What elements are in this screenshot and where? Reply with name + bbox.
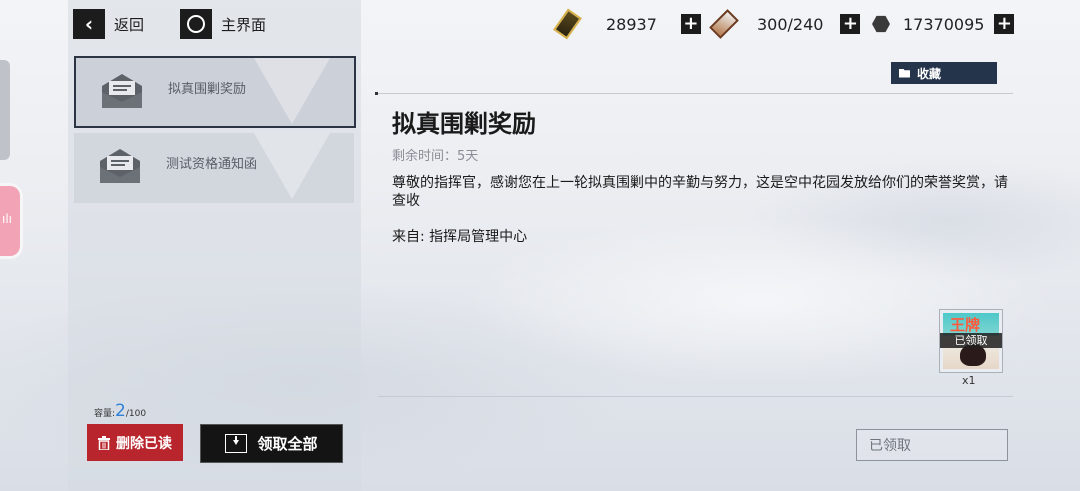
- mail-item-title: 测试资格通知函: [166, 157, 258, 172]
- side-pink-tab[interactable]: ılı: [0, 186, 20, 256]
- resource-stamina: 28937 +: [553, 8, 701, 40]
- remaining-time: 剩余时间：5天: [392, 149, 479, 164]
- resource-cards: 300/240 +: [709, 9, 861, 39]
- divider: [376, 93, 1013, 94]
- reward-claimed-tag: 已领取: [940, 333, 1002, 348]
- reward-count: x1: [962, 374, 976, 387]
- stamina-value: 28937: [606, 14, 657, 34]
- chevron-left-icon: ‹: [73, 9, 105, 39]
- divider: [378, 396, 1013, 397]
- reward-art-text: 王牌: [950, 316, 981, 334]
- side-drawer-handle[interactable]: [0, 60, 10, 160]
- home-label: 主界面: [221, 15, 267, 34]
- back-button[interactable]: ‹ 返回: [73, 9, 144, 39]
- bars-icon: ılı: [2, 212, 13, 226]
- claim-all-button[interactable]: 领取全部: [200, 424, 343, 463]
- coin-icon: [872, 15, 890, 33]
- delete-read-button[interactable]: 删除已读: [87, 424, 183, 461]
- resource-coins: 17370095 +: [872, 12, 1015, 36]
- envelope-icon: [102, 74, 142, 108]
- mail-list-item[interactable]: 拟真围剿奖励: [74, 56, 356, 128]
- capacity-current: 2: [115, 401, 126, 421]
- mail-sender: 来自: 指挥局管理中心: [392, 229, 528, 245]
- capacity-label: 容量:: [94, 409, 116, 419]
- collect-label: 收藏: [917, 66, 942, 81]
- download-icon: [225, 434, 248, 453]
- back-label: 返回: [114, 15, 145, 34]
- mail-list-item[interactable]: 测试资格通知函: [74, 133, 354, 203]
- add-stamina-button[interactable]: +: [680, 14, 701, 34]
- envelope-icon: [100, 149, 140, 183]
- mail-capacity: 容量:2/100: [94, 401, 146, 421]
- capacity-max: /100: [125, 409, 147, 419]
- mail-body: 尊敬的指挥官，感谢您在上一轮拟真围剿中的辛勤与努力，这是空中花园发放给你们的荣誉…: [392, 175, 1008, 209]
- add-coins-button[interactable]: +: [994, 14, 1015, 34]
- mail-title: 拟真围剿奖励: [392, 110, 536, 138]
- cards-value: 300/240: [757, 14, 824, 34]
- claimed-button[interactable]: 已领取: [856, 429, 1008, 461]
- claim-all-label: 领取全部: [257, 435, 318, 453]
- reward-item[interactable]: 王牌 已领取: [939, 309, 1003, 373]
- claimed-label: 已领取: [869, 438, 911, 454]
- trash-icon: [98, 435, 110, 450]
- folder-icon: [899, 68, 910, 78]
- mail-item-title: 拟真围剿奖励: [168, 82, 247, 97]
- coins-value: 17370095: [903, 14, 985, 34]
- add-cards-button[interactable]: +: [840, 14, 861, 34]
- collect-button[interactable]: 收藏: [891, 62, 997, 84]
- delete-read-label: 删除已读: [116, 435, 172, 452]
- home-button[interactable]: 主界面: [180, 9, 266, 39]
- home-ring-icon: [180, 9, 212, 39]
